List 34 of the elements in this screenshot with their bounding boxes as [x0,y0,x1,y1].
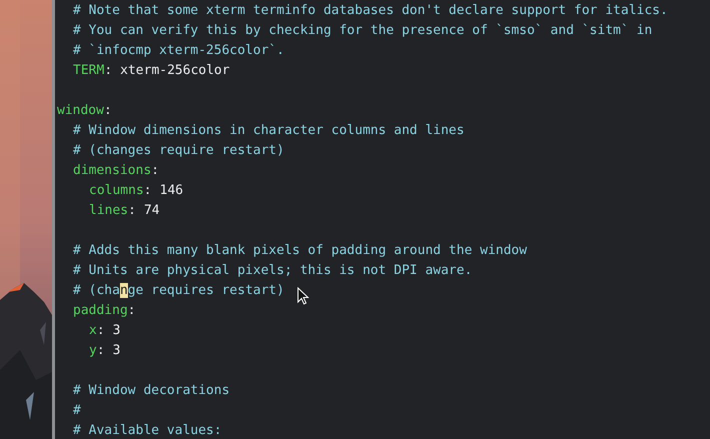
colon: : [104,62,112,80]
colon: : [144,182,152,200]
config-key: dimensions [73,161,152,181]
config-key: y [89,341,97,361]
config-key: columns [89,181,144,201]
comment-line: # (change requires restart) [73,282,284,300]
comment-line: # Adds this many blank pixels of padding around the window [73,242,527,260]
config-value: 3 [112,322,120,340]
config-key: lines [89,201,128,221]
colon: : [104,102,112,120]
comment-line: # Window dimensions in character columns and lines [73,122,464,140]
config-value: 74 [144,202,160,220]
colon: : [96,322,105,340]
comment-line: # `infocmp xterm-256color`. [73,42,284,60]
colon: : [128,302,136,320]
comment-line: # (changes require restart) [73,142,284,160]
mouse-pointer-icon [297,287,309,305]
comment-line: # Available values: [73,422,222,439]
comment-line: # Units are physical pixels; this is not DPI aware. [73,262,472,280]
comment-line: # [73,402,81,420]
colon: : [151,162,160,180]
config-value: 3 [112,342,120,360]
config-key: TERM [73,61,104,81]
text-cursor: n [120,283,128,298]
config-key: padding [73,301,128,321]
config-key: window [57,101,104,121]
comment-line: # Window decorations [73,382,230,400]
config-key: x [89,321,97,341]
comment-line: # You can verify this by checking for the presence of `smso` and `sitm` in [73,22,652,40]
comment-line: # Note that some xterm terminfo databases don't declare support for italics. [73,2,668,20]
colon: : [96,342,105,360]
colon: : [128,202,136,220]
config-value: 146 [160,182,184,200]
config-value: xterm-256color [120,62,230,80]
